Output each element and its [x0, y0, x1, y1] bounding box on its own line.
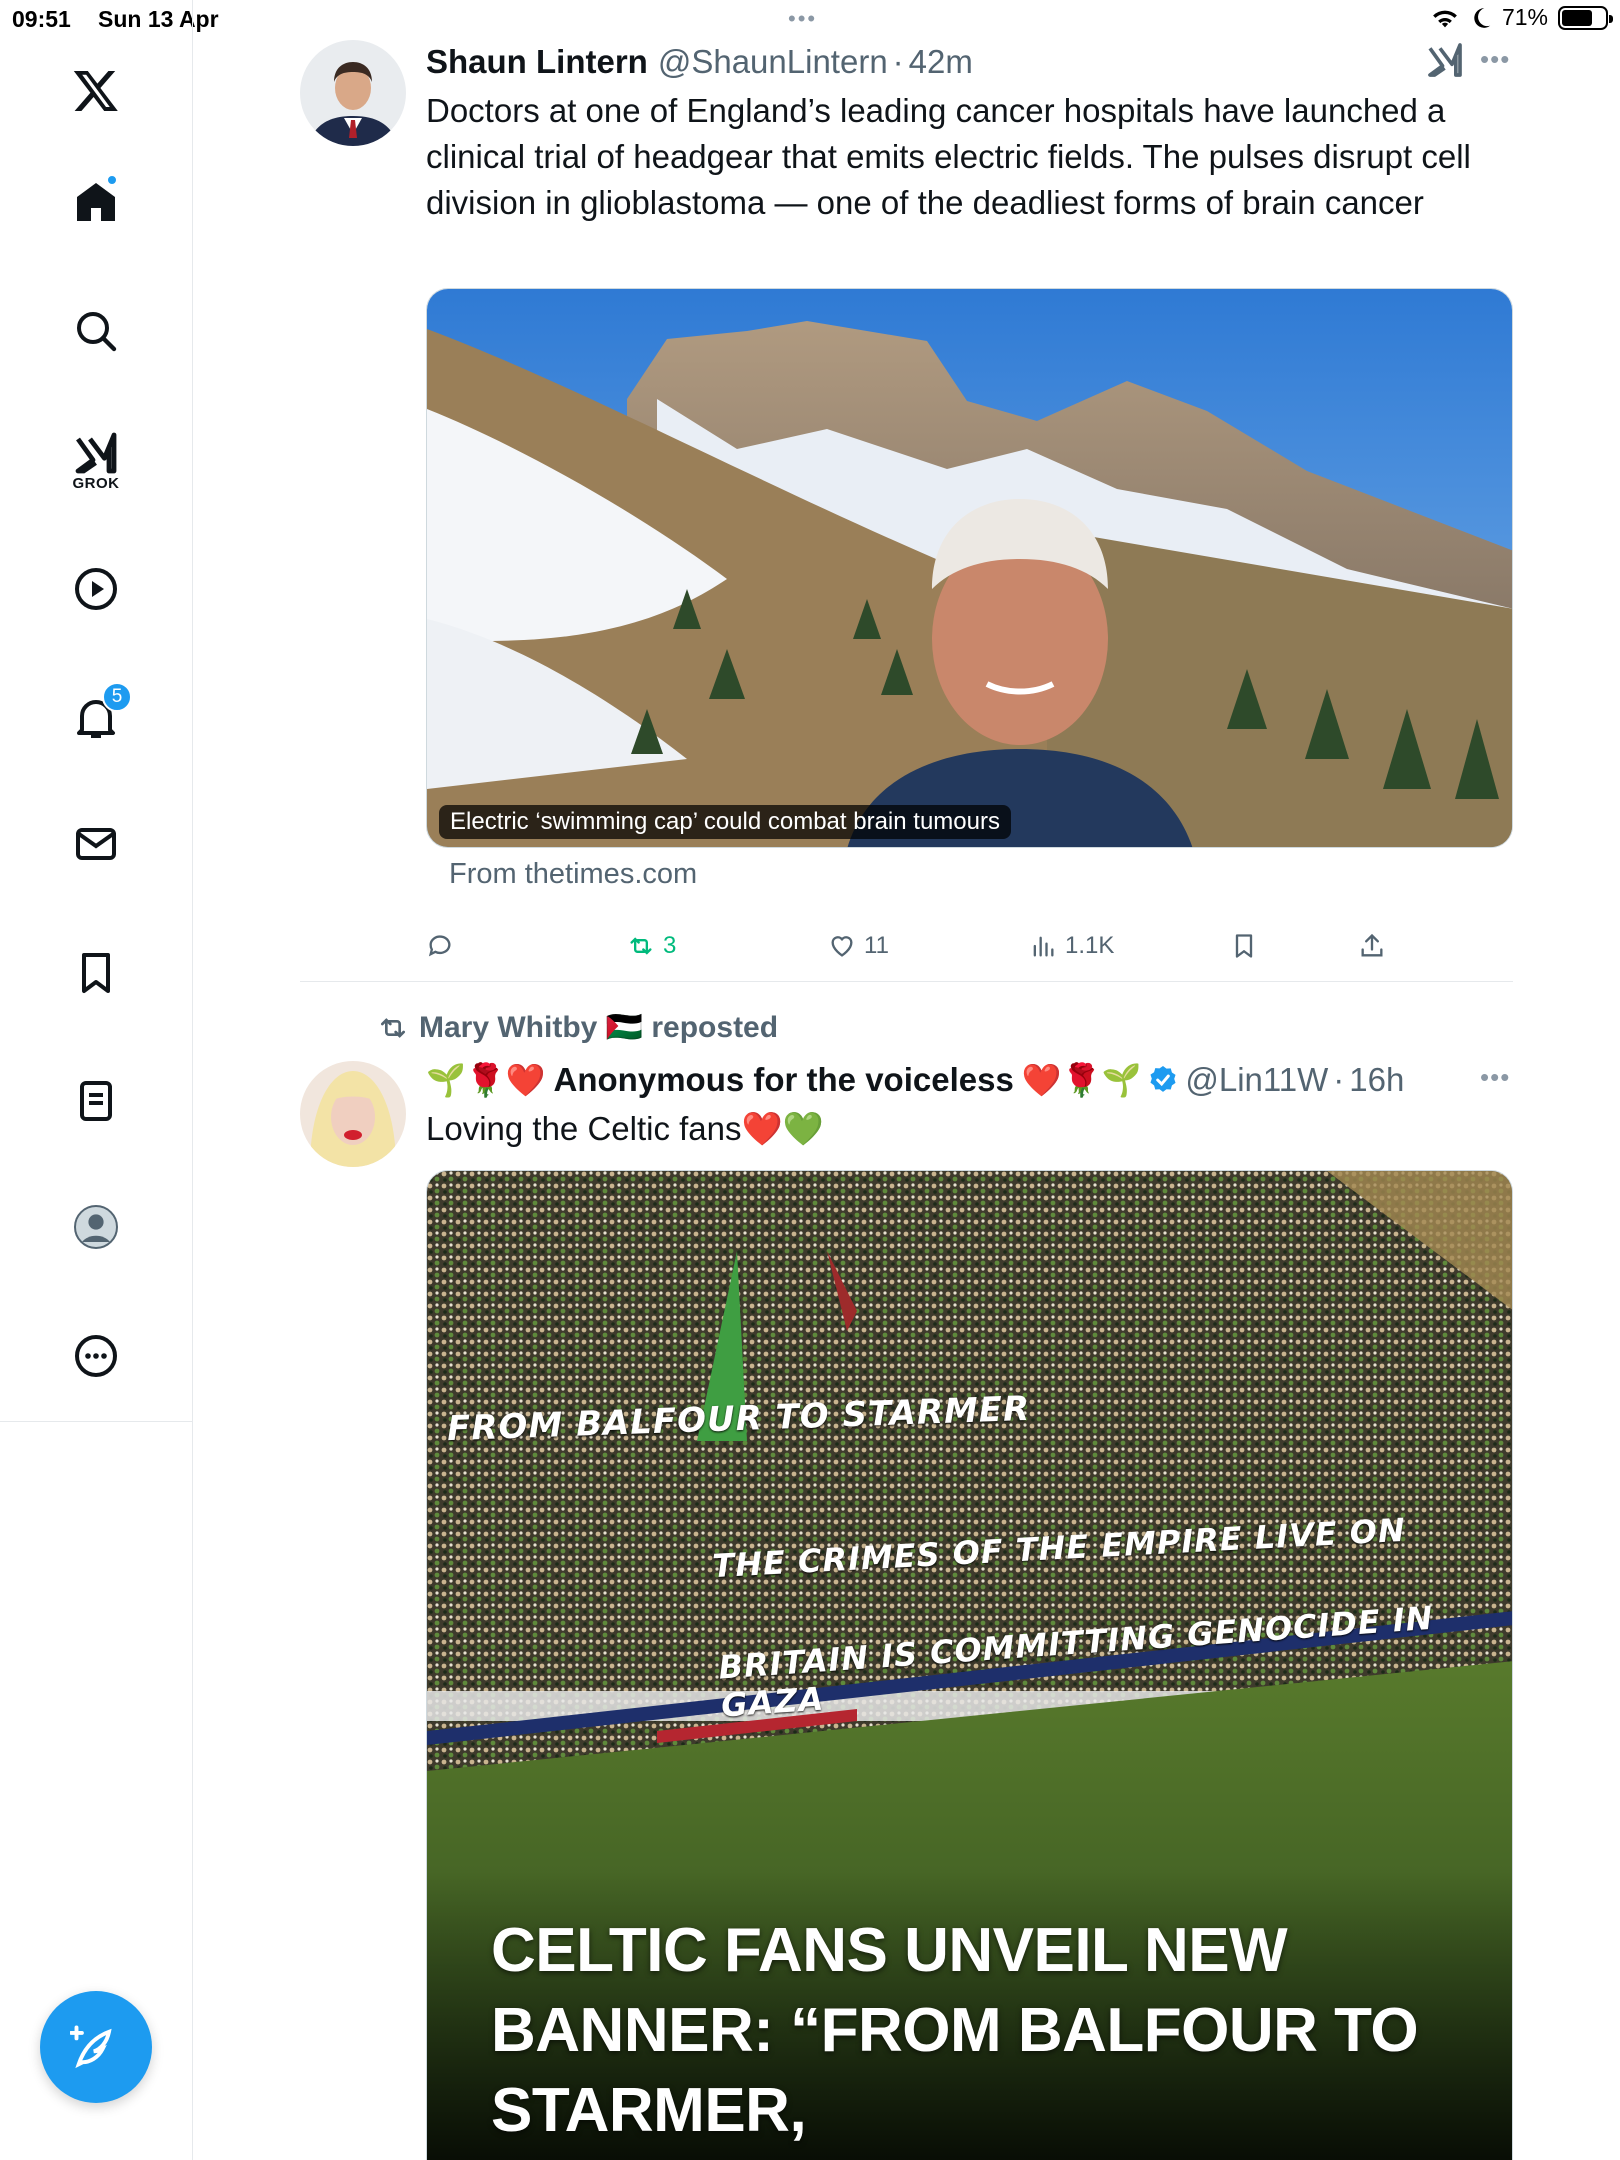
- avatar[interactable]: [300, 1061, 406, 1167]
- nav-home[interactable]: [56, 162, 136, 242]
- share-button[interactable]: [1358, 932, 1386, 960]
- sidebar-divider: [0, 1421, 193, 1422]
- nav-grok[interactable]: GROK: [56, 420, 136, 500]
- author-handle[interactable]: @ShaunLintern: [658, 43, 888, 81]
- nav-profile[interactable]: [56, 1187, 136, 1267]
- post-divider: [300, 981, 1513, 982]
- separator: ·: [892, 43, 904, 80]
- grok-label: GROK: [72, 474, 120, 492]
- more-circle-icon: [75, 1335, 117, 1377]
- repost-icon: [381, 1017, 405, 1038]
- post-header: 🌱🌹❤️ Anonymous for the voiceless ❤️🌹🌱 @L…: [426, 1058, 1513, 1102]
- share-icon: [1361, 933, 1383, 957]
- more-options-icon[interactable]: •••: [1480, 44, 1510, 75]
- author-handle[interactable]: @Lin11W: [1185, 1061, 1328, 1099]
- nav-messages[interactable]: [56, 804, 136, 884]
- list-icon: [80, 1081, 112, 1121]
- reply-icon: [428, 935, 451, 957]
- x-logo-icon: [73, 71, 118, 111]
- nav-lists[interactable]: [56, 1061, 136, 1141]
- heart-icon: [831, 936, 853, 957]
- mountain-photo: [427, 289, 1512, 847]
- name-prefix-emoji: 🌱🌹❤️: [426, 1061, 546, 1099]
- compose-button[interactable]: [40, 1991, 152, 2103]
- repost-button[interactable]: 3: [627, 932, 676, 960]
- like-count: 11: [864, 932, 889, 959]
- repost-icon: [630, 937, 652, 955]
- repost-count: 3: [663, 932, 677, 959]
- post-actions: 3 11 1.1K: [426, 932, 1513, 972]
- post-text: Doctors at one of England’s leading canc…: [426, 92, 1471, 221]
- avatar-image: [300, 40, 406, 146]
- notifications-badge: 5: [102, 682, 132, 712]
- timeline: Shaun Lintern @ShaunLintern · 42m Doctor…: [193, 0, 1620, 2160]
- post-time[interactable]: 42m: [909, 43, 973, 81]
- like-button[interactable]: 11: [828, 932, 889, 960]
- views-button[interactable]: 1.1K: [1029, 932, 1114, 960]
- avatar[interactable]: [300, 40, 406, 146]
- post-shaun-lintern[interactable]: Shaun Lintern @ShaunLintern · 42m Doctor…: [300, 40, 1513, 980]
- bookmark-button[interactable]: [1230, 932, 1258, 960]
- bookmark-icon: [1235, 934, 1253, 958]
- x-logo-button[interactable]: [56, 50, 136, 130]
- search-icon: [77, 312, 117, 352]
- reposted-by: Mary Whitby 🇵🇸 reposted: [419, 1011, 779, 1044]
- nav-more[interactable]: [56, 1316, 136, 1396]
- views-count: 1.1K: [1065, 932, 1115, 959]
- post-time[interactable]: 16h: [1349, 1061, 1404, 1099]
- card-source[interactable]: From thetimes.com: [449, 858, 697, 891]
- nav-search[interactable]: [56, 291, 136, 371]
- more-options-icon[interactable]: •••: [1480, 1062, 1510, 1093]
- reply-button[interactable]: [426, 932, 454, 960]
- sidebar: GROK 5: [0, 0, 193, 2160]
- author-name[interactable]: Anonymous for the voiceless: [554, 1061, 1014, 1099]
- nav-notifications[interactable]: 5: [56, 678, 136, 758]
- profile-icon: [74, 1205, 118, 1249]
- mail-icon: [76, 828, 116, 860]
- author-name[interactable]: Shaun Lintern: [426, 43, 648, 81]
- home-unread-dot: [106, 174, 118, 186]
- separator: ·: [1333, 1061, 1345, 1098]
- views-icon: [1033, 936, 1054, 957]
- card-caption: Electric ‘swimming cap’ could combat bra…: [439, 805, 1011, 839]
- repost-context[interactable]: Mary Whitby 🇵🇸 reposted: [377, 1010, 778, 1045]
- post-image[interactable]: FROM BALFOUR TO STARMER THE CRIMES OF TH…: [426, 1170, 1513, 2160]
- post-text: Loving the Celtic fans❤️💚: [426, 1110, 824, 1147]
- nav-video[interactable]: [56, 549, 136, 629]
- post-anonymous-for-the-voiceless[interactable]: 🌱🌹❤️ Anonymous for the voiceless ❤️🌹🌱 @L…: [300, 1058, 1513, 2160]
- video-play-icon: [75, 568, 117, 610]
- grok-icon[interactable]: [1425, 40, 1465, 80]
- avatar-image: [300, 1061, 406, 1167]
- nav-bookmarks[interactable]: [56, 933, 136, 1013]
- compose-feather-icon: [70, 2025, 112, 2069]
- link-card-image[interactable]: Electric ‘swimming cap’ could combat bra…: [426, 288, 1513, 848]
- verified-badge-icon: [1150, 1066, 1176, 1092]
- bookmark-icon: [82, 953, 110, 993]
- name-suffix-emoji: ❤️🌹🌱: [1021, 1061, 1142, 1099]
- image-headline: CELTIC FANS UNVEIL NEW BANNER: “FROM BAL…: [491, 1916, 1419, 2145]
- post-header: Shaun Lintern @ShaunLintern · 42m: [426, 40, 1513, 84]
- grok-icon: [75, 432, 117, 473]
